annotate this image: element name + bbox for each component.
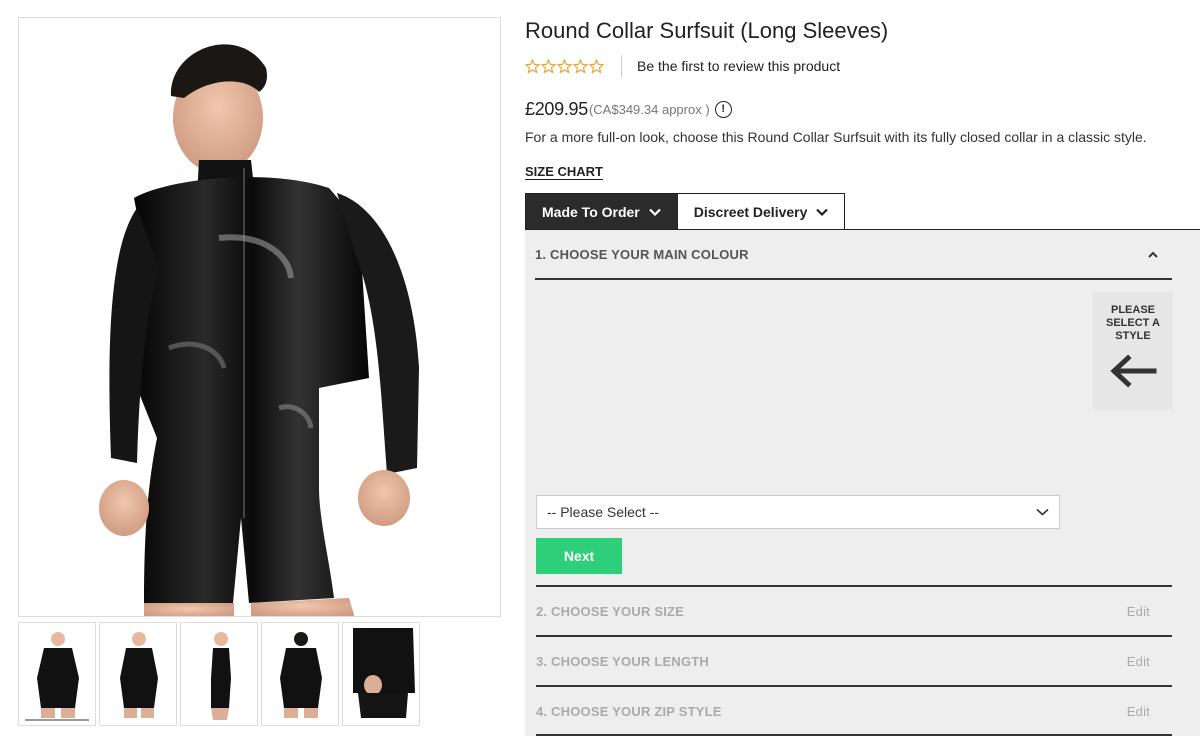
- style-hint-text: PLEASE SELECT A STYLE: [1106, 304, 1160, 342]
- price: £209.95: [525, 99, 588, 119]
- step-2-title: 2. CHOOSE YOUR SIZE: [536, 603, 685, 619]
- colour-select-value: -- Please Select --: [547, 504, 660, 520]
- product-title: Round Collar Surfsuit (Long Sleeves): [525, 18, 889, 43]
- tab-discreet-delivery[interactable]: Discreet Delivery: [677, 193, 846, 230]
- chevron-down-icon: [648, 208, 661, 216]
- step-3-edit-link[interactable]: Edit: [1127, 654, 1150, 669]
- size-chart-link[interactable]: SIZE CHART: [525, 164, 603, 179]
- colour-select[interactable]: -- Please Select --: [536, 495, 1060, 529]
- next-button[interactable]: Next: [536, 538, 622, 574]
- configurator-panel: 1. CHOOSE YOUR MAIN COLOUR PLEASE SELECT…: [525, 229, 1200, 736]
- product-description: For a more full-on look, choose this Rou…: [525, 129, 1147, 145]
- star-empty-icon: [573, 58, 588, 74]
- surfsuit-model-photo: [99, 44, 419, 616]
- arrow-left-icon: [1110, 354, 1157, 388]
- thumbnail-front-photo: [37, 632, 79, 718]
- order-tabs: Made To Order Discreet Delivery: [525, 193, 846, 230]
- step-3-title: 3. CHOOSE YOUR LENGTH: [536, 653, 709, 669]
- thumbnail-strip: [18, 622, 420, 726]
- star-empty-icon: [557, 58, 572, 74]
- thumbnail-1[interactable]: [18, 622, 96, 726]
- thumbnail-side-photo: [211, 632, 231, 720]
- step-1-title: 1. CHOOSE YOUR MAIN COLOUR: [535, 246, 749, 262]
- step-4-title: 4. CHOOSE YOUR ZIP STYLE: [536, 703, 722, 719]
- first-review-link[interactable]: Be the first to review this product: [637, 58, 840, 74]
- step-3-header[interactable]: 3. CHOOSE YOUR LENGTH Edit: [536, 635, 1172, 685]
- star-rating[interactable]: [525, 58, 604, 74]
- rating-divider: [621, 55, 622, 77]
- star-empty-icon: [589, 58, 604, 74]
- thumbnail-4[interactable]: [261, 622, 339, 726]
- info-icon[interactable]: !: [714, 101, 732, 118]
- chevron-down-icon: [816, 208, 829, 216]
- thumbnail-2[interactable]: [99, 622, 177, 726]
- step-1-header[interactable]: 1. CHOOSE YOUR MAIN COLOUR: [535, 230, 1172, 280]
- step-4-edit-link[interactable]: Edit: [1127, 704, 1150, 719]
- tab-label: Discreet Delivery: [693, 203, 808, 220]
- star-empty-icon: [525, 58, 540, 74]
- price-approx: (CA$349.34 approx ): [588, 102, 710, 117]
- price-row: £209.95 (CA$349.34 approx ) !: [525, 99, 732, 120]
- tab-made-to-order[interactable]: Made To Order: [525, 193, 678, 230]
- chevron-down-icon: [1036, 508, 1049, 516]
- product-main-image[interactable]: [18, 17, 501, 617]
- thumbnail-detail-photo: [353, 628, 415, 718]
- star-empty-icon: [541, 58, 556, 74]
- thumbnail-back-photo: [280, 632, 322, 718]
- step-4-header[interactable]: 4. CHOOSE YOUR ZIP STYLE Edit: [536, 685, 1172, 735]
- thumbnail-5[interactable]: [342, 622, 420, 726]
- thumbnail-front-alt-photo: [120, 632, 158, 718]
- collapse-caret-icon[interactable]: [1148, 251, 1158, 258]
- step-2-edit-link[interactable]: Edit: [1127, 604, 1150, 619]
- select-style-hint: PLEASE SELECT A STYLE: [1093, 292, 1173, 410]
- step-2-header[interactable]: 2. CHOOSE YOUR SIZE Edit: [536, 585, 1172, 635]
- tab-label: Made To Order: [542, 203, 640, 220]
- rating-row: Be the first to review this product: [525, 55, 840, 77]
- thumbnail-3[interactable]: [180, 622, 258, 726]
